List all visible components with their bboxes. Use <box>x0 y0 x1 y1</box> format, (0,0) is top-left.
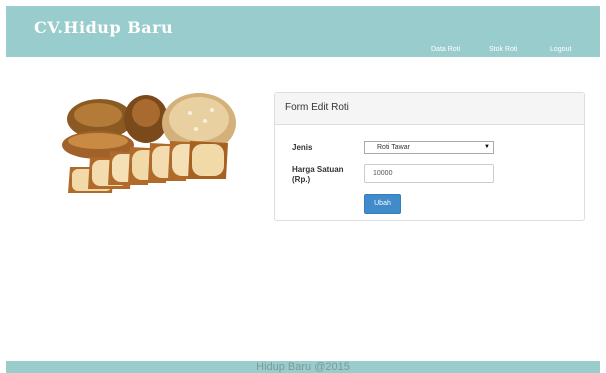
jenis-select[interactable]: Roti Tawar ▼ <box>364 141 494 154</box>
nav-link-stok-roti[interactable]: Stok Roti <box>489 46 517 53</box>
harga-input[interactable]: 10000 <box>364 164 494 183</box>
jenis-label: Jenis <box>292 143 313 152</box>
dropdown-arrow-icon: ▼ <box>484 144 490 150</box>
panel-title: Form Edit Roti <box>285 102 349 113</box>
footer: Hidup Baru @2015 <box>6 361 600 373</box>
harga-label-line1: Harga Satuan <box>292 165 344 174</box>
harga-label: Harga Satuan (Rp.) <box>292 165 344 185</box>
harga-label-line2: (Rp.) <box>292 175 311 184</box>
jenis-select-value: Roti Tawar <box>377 144 410 151</box>
ubah-button[interactable]: Ubah <box>364 194 401 214</box>
panel-header: Form Edit Roti <box>275 93 584 125</box>
top-navbar: CV.Hidup Baru Data Roti Stok Roti Logout <box>6 6 600 57</box>
nav-link-data-roti[interactable]: Data Roti <box>431 46 460 53</box>
edit-form-panel: Form Edit Roti Jenis Roti Tawar ▼ Harga … <box>274 92 585 221</box>
nav-link-logout[interactable]: Logout <box>550 46 571 53</box>
bread-image <box>62 93 236 195</box>
footer-text: Hidup Baru @2015 <box>256 361 350 373</box>
brand-logo[interactable]: CV.Hidup Baru <box>34 18 173 37</box>
harga-input-value: 10000 <box>373 170 393 177</box>
